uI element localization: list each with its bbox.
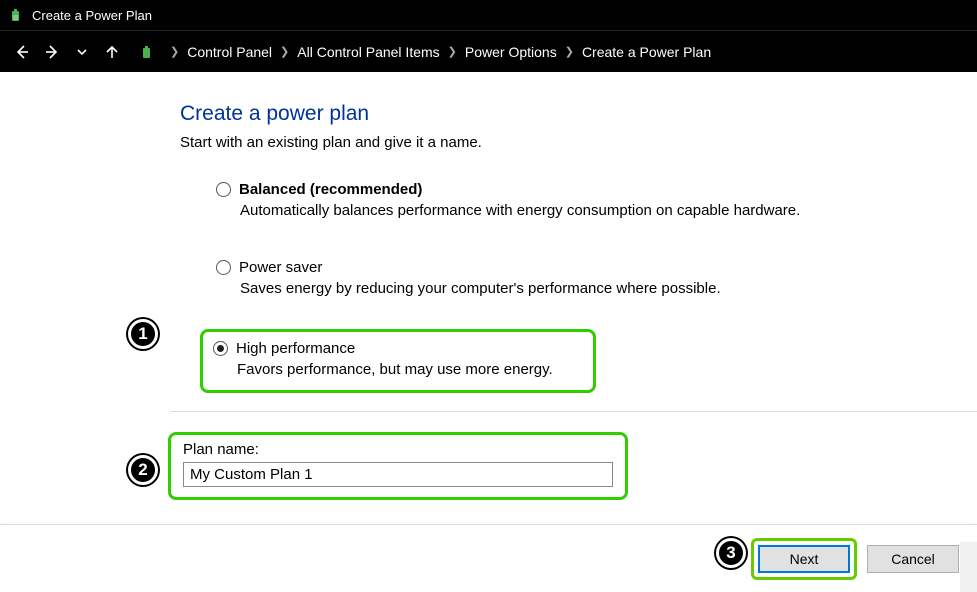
breadcrumb: ❯ Control Panel ❯ All Control Panel Item…: [170, 44, 711, 60]
step-badge-1: 1: [128, 319, 158, 349]
option-high-performance-desc: Favors performance, but may use more ene…: [237, 361, 553, 378]
radio-power-saver[interactable]: [216, 260, 231, 275]
plan-name-input[interactable]: [183, 462, 613, 487]
nav-back-icon[interactable]: [12, 42, 32, 62]
chevron-right-icon: ❯: [448, 45, 457, 58]
radio-high-performance[interactable]: [213, 341, 228, 356]
plan-name-section: Plan name:: [180, 432, 937, 500]
chevron-right-icon: ❯: [565, 45, 574, 58]
next-button[interactable]: Next: [758, 545, 850, 573]
page-subtitle: Start with an existing plan and give it …: [180, 134, 937, 151]
nav-forward-icon[interactable]: [42, 42, 62, 62]
plan-options-group: Balanced (recommended) Automatically bal…: [180, 173, 937, 393]
crumb-control-panel[interactable]: Control Panel: [187, 44, 272, 60]
battery-icon: [8, 7, 24, 23]
option-power-saver-desc: Saves energy by reducing your computer's…: [240, 280, 923, 297]
option-balanced[interactable]: Balanced (recommended) Automatically bal…: [210, 173, 937, 229]
radio-balanced[interactable]: [216, 182, 231, 197]
nav-up-icon[interactable]: [102, 42, 122, 62]
crumb-all-items[interactable]: All Control Panel Items: [297, 44, 439, 60]
step-badge-3: 3: [716, 538, 746, 568]
chevron-right-icon: ❯: [170, 45, 179, 58]
highlight-next-button: Next: [751, 538, 857, 580]
navbar: ❯ Control Panel ❯ All Control Panel Item…: [0, 30, 977, 72]
footer-divider: [0, 524, 977, 525]
step-badge-2: 2: [128, 455, 158, 485]
option-balanced-desc: Automatically balances performance with …: [240, 202, 923, 219]
cancel-button[interactable]: Cancel: [867, 545, 959, 573]
option-power-saver[interactable]: Power saver Saves energy by reducing you…: [210, 251, 937, 307]
divider: [170, 411, 977, 412]
plan-name-label: Plan name:: [183, 441, 613, 458]
crumb-create-plan[interactable]: Create a Power Plan: [582, 44, 711, 60]
window-title: Create a Power Plan: [32, 8, 152, 23]
footer: Next Cancel: [0, 538, 977, 580]
option-high-performance[interactable]: High performance Favors performance, but…: [209, 340, 553, 378]
titlebar: Create a Power Plan: [0, 0, 977, 30]
nav-recent-icon[interactable]: [72, 42, 92, 62]
crumb-power-options[interactable]: Power Options: [465, 44, 557, 60]
option-balanced-label: Balanced (recommended): [239, 181, 422, 198]
content-area: Create a power plan Start with an existi…: [0, 72, 977, 500]
scrollbar[interactable]: [960, 542, 977, 592]
chevron-right-icon: ❯: [280, 45, 289, 58]
page-title: Create a power plan: [180, 102, 937, 126]
option-power-saver-label: Power saver: [239, 259, 322, 276]
battery-icon: [138, 43, 156, 61]
highlight-high-performance: High performance Favors performance, but…: [200, 329, 596, 393]
highlight-plan-name: Plan name:: [168, 432, 628, 500]
option-high-performance-label: High performance: [236, 340, 355, 357]
